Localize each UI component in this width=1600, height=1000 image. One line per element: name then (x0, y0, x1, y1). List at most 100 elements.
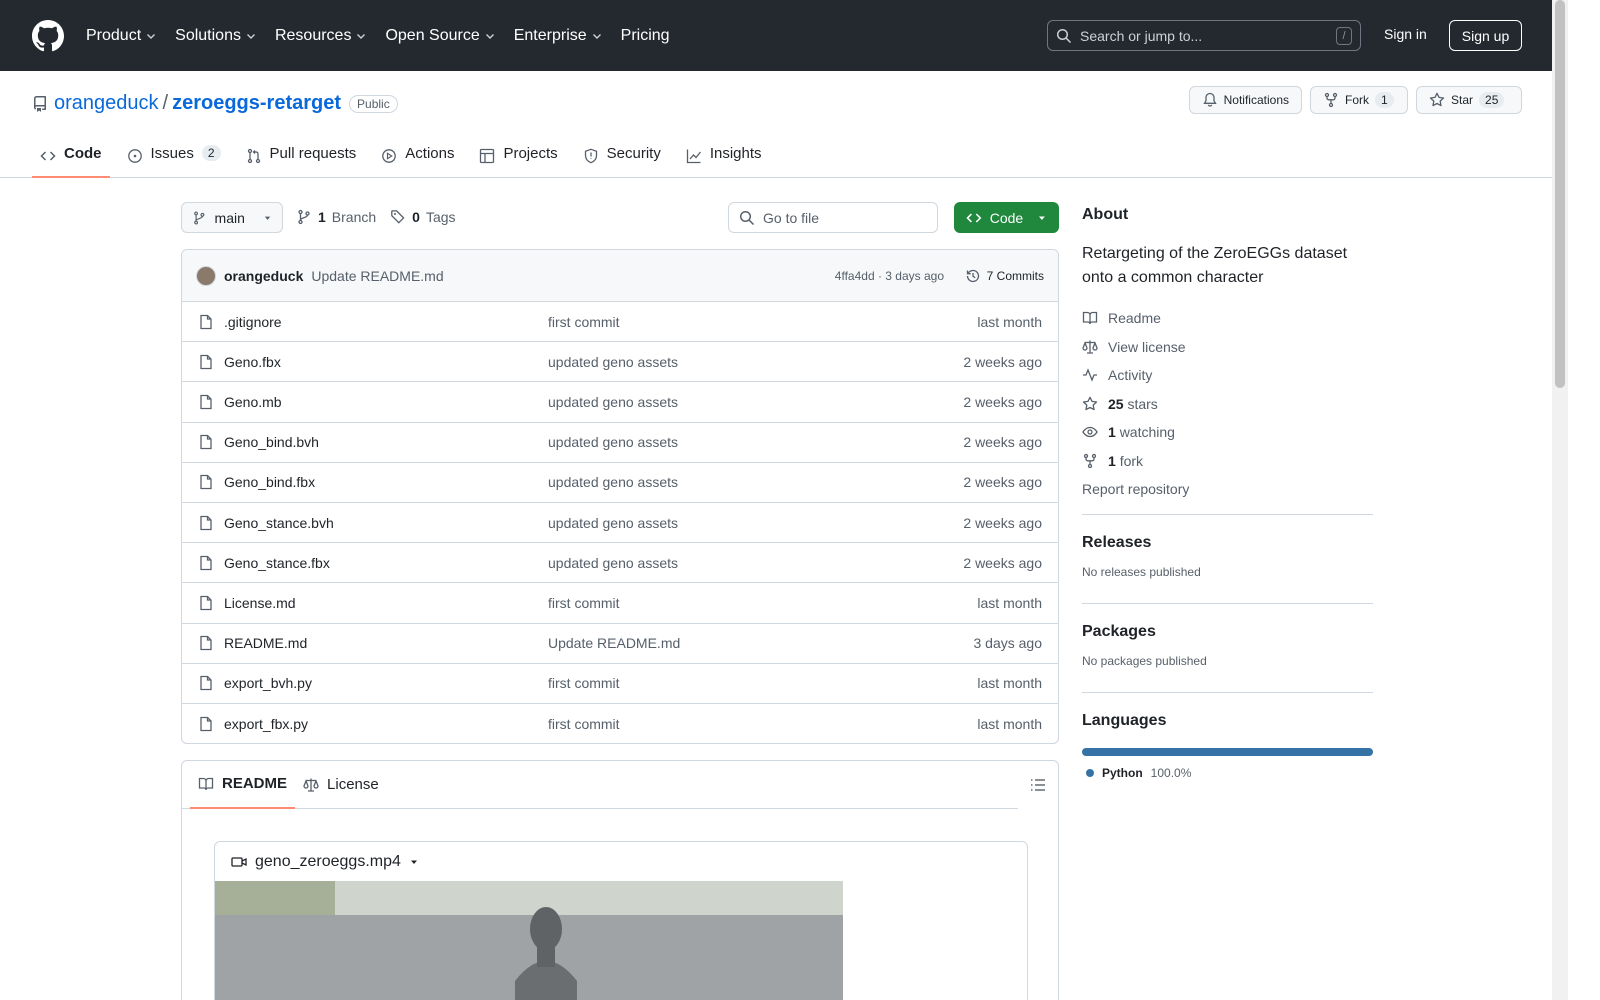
file-name-link[interactable]: Geno_stance.fbx (224, 555, 330, 571)
nav-item-enterprise[interactable]: Enterprise (514, 27, 603, 45)
commits-link[interactable]: 7 Commits (965, 268, 1044, 284)
tab-actions[interactable]: Actions (373, 139, 462, 178)
readme-link[interactable]: Readme (1082, 304, 1373, 333)
file-commit-message[interactable]: updated geno assets (548, 434, 678, 450)
file-icon (200, 435, 212, 450)
releases-heading[interactable]: Releases (1082, 534, 1373, 552)
file-name-link[interactable]: README.md (224, 635, 307, 651)
file-commit-message[interactable]: first commit (548, 595, 620, 611)
file-commit-message[interactable]: updated geno assets (548, 354, 678, 370)
fork-button[interactable]: Fork 1 (1310, 86, 1408, 114)
releases-empty-text: No releases published (1082, 565, 1201, 579)
go-to-file-input[interactable]: Go to file (728, 202, 938, 233)
table-of-contents-icon[interactable] (1030, 777, 1046, 796)
tab-license[interactable]: License (295, 761, 387, 809)
caret-down-icon (1039, 216, 1046, 220)
repo-icon (33, 95, 46, 112)
file-name-link[interactable]: Geno_bind.bvh (224, 434, 319, 450)
commit-author[interactable]: orangeduck (224, 268, 303, 284)
code-download-button[interactable]: Code (954, 202, 1059, 233)
file-commit-message[interactable]: Update README.md (548, 635, 680, 651)
tab-code[interactable]: Code (32, 139, 110, 178)
file-commit-message[interactable]: updated geno assets (548, 394, 678, 410)
tab-issues[interactable]: Issues 2 (119, 139, 229, 178)
page-scrollbar[interactable] (1552, 0, 1568, 1000)
sign-up-button[interactable]: Sign up (1449, 20, 1522, 51)
video-player[interactable] (215, 881, 843, 1000)
tab-readme[interactable]: README (190, 761, 296, 809)
activity-link[interactable]: Activity (1082, 361, 1373, 390)
file-commit-message[interactable]: updated geno assets (548, 555, 678, 571)
tag-count: 0 (412, 209, 420, 225)
branches-link[interactable]: 1 Branch 0 Tags (296, 209, 456, 225)
file-commit-message[interactable]: first commit (548, 716, 620, 732)
language-item[interactable]: Python 100.0% (1082, 766, 1373, 780)
file-row: Geno_bind.fbx updated geno assets 2 weeks … (182, 463, 1058, 503)
github-logo-icon[interactable] (32, 19, 64, 52)
tag-icon (391, 210, 405, 224)
repo-owner-link[interactable]: orangeduck (54, 92, 159, 115)
about-heading: About (1082, 206, 1129, 223)
forks-link[interactable]: 1 fork (1082, 447, 1373, 476)
search-icon (1056, 28, 1072, 43)
sign-in-link[interactable]: Sign in (1384, 26, 1427, 42)
nav-item-open-source[interactable]: Open Source (385, 27, 495, 45)
file-name-link[interactable]: Geno_stance.bvh (224, 515, 334, 531)
graph-icon (686, 149, 701, 164)
file-commit-message[interactable]: first commit (548, 675, 620, 691)
packages-heading[interactable]: Packages (1082, 623, 1373, 641)
language-percent: 100.0% (1150, 766, 1192, 780)
readme-panel: README License geno_zeroeggs.mp4 (181, 760, 1059, 1000)
latest-commit-row: orangeduck Update README.md 4ffa4dd · 3 … (182, 250, 1058, 302)
about-links: Readme View license Activity 25 stars 1 … (1082, 304, 1373, 503)
commit-message[interactable]: Update README.md (311, 268, 443, 284)
search-input[interactable]: Search or jump to... / (1047, 20, 1361, 51)
file-row: README.md Update README.md 3 days ago (182, 624, 1058, 664)
branch-word: Branch (331, 209, 377, 225)
file-name-link[interactable]: Geno.fbx (224, 354, 281, 370)
commit-meta[interactable]: 4ffa4dd · 3 days ago (835, 269, 944, 283)
branch-name: main (214, 209, 245, 226)
repo-name-link[interactable]: zeroeggs-retarget (172, 92, 341, 115)
file-name-link[interactable]: Geno_bind.fbx (224, 474, 315, 490)
tab-projects[interactable]: Projects (471, 139, 565, 178)
file-commit-date: 2 weeks ago (963, 353, 1042, 370)
avatar[interactable] (196, 265, 216, 286)
tab-insights[interactable]: Insights (678, 139, 770, 178)
file-row: License.md first commit last month (182, 583, 1058, 624)
file-commit-message[interactable]: first commit (548, 314, 620, 330)
eye-icon (1082, 427, 1098, 438)
file-commit-message[interactable]: updated geno assets (548, 474, 678, 490)
nav-item-pricing[interactable]: Pricing (621, 27, 670, 45)
report-repository-link[interactable]: Report repository (1082, 475, 1373, 503)
star-icon (1429, 92, 1445, 107)
file-name-link[interactable]: export_fbx.py (224, 716, 308, 732)
nav-item-product[interactable]: Product (86, 27, 157, 45)
tab-label: Actions (405, 145, 455, 162)
file-name-link[interactable]: Geno.mb (224, 394, 282, 410)
file-commit-message[interactable]: updated geno assets (548, 515, 678, 531)
video-filename: geno_zeroeggs.mp4 (255, 852, 401, 870)
tab-pull-requests[interactable]: Pull requests (238, 139, 365, 178)
view-license-link[interactable]: View license (1082, 333, 1373, 362)
watching-word: watching (1119, 424, 1175, 441)
nav-item-label: Enterprise (513, 26, 587, 44)
watching-link[interactable]: 1 watching (1082, 418, 1373, 447)
nav-item-resources[interactable]: Resources (275, 27, 367, 45)
scrollbar-thumb[interactable] (1555, 0, 1565, 388)
languages-section: Languages Python 100.0% (1082, 692, 1373, 780)
stars-link[interactable]: 25 stars (1082, 390, 1373, 419)
play-icon (382, 149, 397, 163)
file-name-link[interactable]: .gitignore (224, 314, 282, 330)
file-row: export_fbx.py first commit last month (182, 704, 1058, 743)
file-icon (200, 394, 212, 410)
notifications-button[interactable]: Notifications (1188, 86, 1302, 114)
nav-item-solutions[interactable]: Solutions (175, 27, 257, 45)
video-header[interactable]: geno_zeroeggs.mp4 (215, 842, 1027, 881)
file-name-link[interactable]: License.md (224, 595, 296, 611)
file-name-link[interactable]: export_bvh.py (224, 675, 312, 691)
tab-security[interactable]: Security (575, 139, 669, 178)
branch-selector[interactable]: main (181, 202, 283, 233)
star-button[interactable]: Star 25 (1416, 86, 1522, 114)
tab-label: Code (64, 145, 102, 162)
